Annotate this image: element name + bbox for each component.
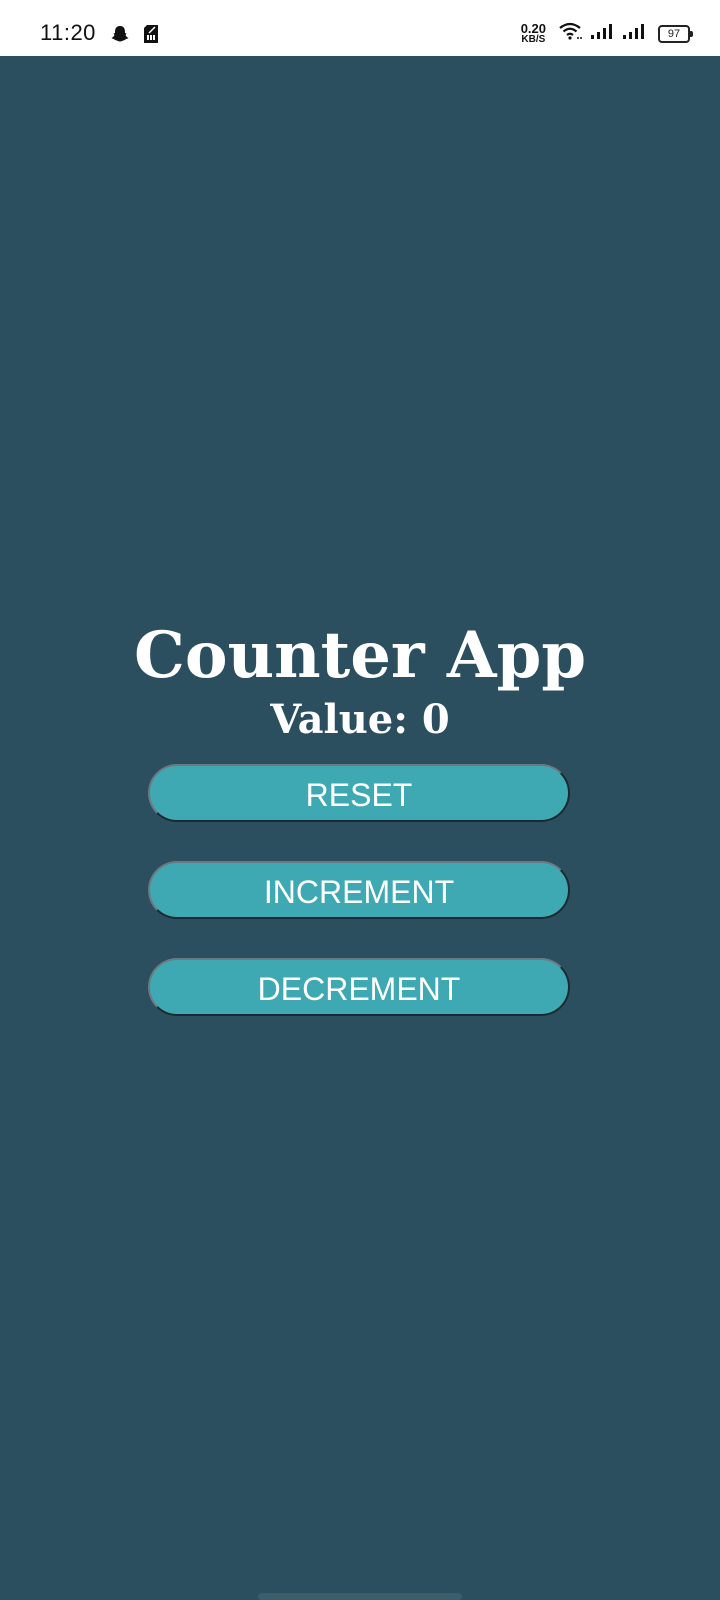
- status-time: 11:20: [40, 20, 96, 45]
- battery-icon: 97: [658, 24, 693, 43]
- signal-icon: [590, 22, 614, 45]
- snapchat-icon: [110, 24, 130, 49]
- sd-card-icon: [142, 24, 160, 49]
- increment-button[interactable]: INCREMENT: [148, 861, 570, 919]
- home-indicator[interactable]: [258, 1593, 462, 1600]
- wifi-icon: [558, 22, 582, 45]
- status-system-icons: 0.20 KB/S 97: [521, 22, 693, 45]
- status-bar: 11:20 0.20 KB/S 97: [0, 0, 720, 56]
- network-speed-unit: KB/S: [521, 34, 546, 45]
- counter-screen: Counter App Value: 0 RESET INCREMENT DEC…: [0, 56, 720, 1600]
- network-speed: 0.20 KB/S: [521, 22, 546, 45]
- decrement-button[interactable]: DECREMENT: [148, 958, 570, 1016]
- reset-button[interactable]: RESET: [148, 764, 570, 822]
- battery-level: 97: [667, 27, 681, 40]
- signal-icon: [622, 22, 646, 45]
- counter-value-display: Value: 0: [270, 696, 450, 743]
- status-notification-icons: [110, 24, 160, 49]
- page-title: Counter App: [133, 618, 587, 693]
